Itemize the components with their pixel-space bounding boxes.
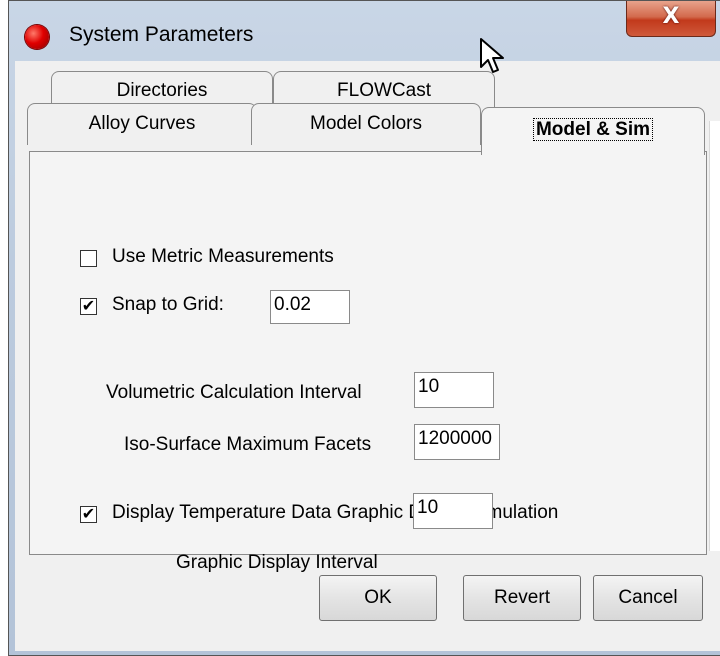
snap-label: Snap to Grid: xyxy=(112,294,224,315)
metric-label: Use Metric Measurements xyxy=(112,246,334,267)
metric-checkbox[interactable] xyxy=(80,250,97,267)
client-area: Directories FLOWCast Alloy Curves Model … xyxy=(15,61,720,651)
tab-panel-model-sim: Use Metric Measurements ✔ Snap to Grid: … xyxy=(29,151,707,573)
ok-button[interactable]: OK xyxy=(319,575,437,621)
tab-model-colors[interactable]: Model Colors xyxy=(251,103,481,145)
revert-button[interactable]: Revert xyxy=(463,575,581,621)
close-button[interactable]: X xyxy=(626,1,716,37)
volumetric-label: Volumetric Calculation Interval xyxy=(106,382,362,403)
snap-grid-input[interactable]: 0.02 xyxy=(270,290,350,324)
tab-model-sim[interactable]: Model & Sim xyxy=(481,107,705,155)
graphic-interval-input[interactable]: 10 xyxy=(413,493,493,529)
checkmark-icon: ✔ xyxy=(81,504,96,523)
checkmark-icon: ✔ xyxy=(81,296,96,315)
snap-checkbox[interactable]: ✔ xyxy=(80,298,97,315)
display-temp-checkbox[interactable]: ✔ xyxy=(80,506,97,523)
red-ball-icon xyxy=(25,25,49,49)
window-title: System Parameters xyxy=(69,23,254,46)
iso-surface-input[interactable]: 1200000 xyxy=(414,424,500,460)
cancel-button[interactable]: Cancel xyxy=(593,575,703,621)
tab-alloy-curves[interactable]: Alloy Curves xyxy=(27,103,257,145)
tab-model-sim-label: Model & Sim xyxy=(532,118,653,141)
panel-edge xyxy=(709,121,720,551)
volumetric-interval-input[interactable]: 10 xyxy=(414,372,494,408)
dialog-window: System Parameters X Directories FLOWCast… xyxy=(8,0,720,656)
mouse-pointer-icon xyxy=(480,38,504,73)
iso-surface-label: Iso-Surface Maximum Facets xyxy=(124,434,372,455)
graphic-interval-label: Graphic Display Interval xyxy=(176,552,378,573)
